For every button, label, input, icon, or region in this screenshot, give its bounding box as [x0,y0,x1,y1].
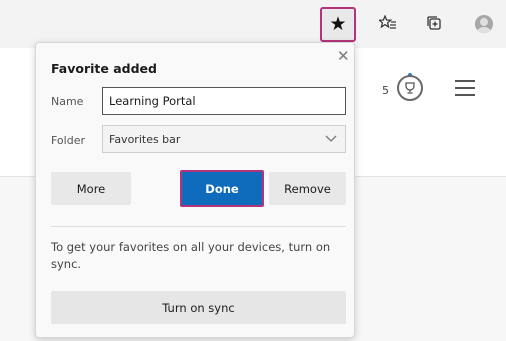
favorite-star-button[interactable]: ★ [320,7,356,42]
folder-dropdown-value: Favorites bar [109,132,181,146]
profile-button[interactable] [468,8,500,40]
folder-dropdown[interactable]: Favorites bar [102,125,346,153]
turn-on-sync-button[interactable]: Turn on sync [51,291,346,324]
collections-button[interactable] [418,8,450,40]
star-filled-icon: ★ [329,13,347,35]
dialog-title: Favorite added [51,61,157,76]
favorites-list-button[interactable] [372,8,404,40]
more-button[interactable]: More [51,172,131,205]
favorites-list-icon [377,13,397,34]
name-input[interactable] [102,87,346,115]
rewards-trophy-icon[interactable] [397,75,423,101]
done-button[interactable]: Done [180,170,264,207]
hamburger-menu-icon[interactable] [455,80,475,96]
section-divider [51,226,346,227]
sync-message: To get your favorites on all your device… [51,240,331,271]
chevron-down-icon [325,133,337,145]
collections-icon [426,15,442,34]
folder-label: Folder [51,134,85,147]
close-icon[interactable]: ✕ [337,49,350,64]
remove-button[interactable]: Remove [269,172,346,205]
name-label: Name [51,95,84,108]
rewards-count: 5 [382,84,389,97]
avatar-icon [475,15,493,33]
favorite-added-dialog: ✕ Favorite added Name Folder Favorites b… [35,42,355,338]
